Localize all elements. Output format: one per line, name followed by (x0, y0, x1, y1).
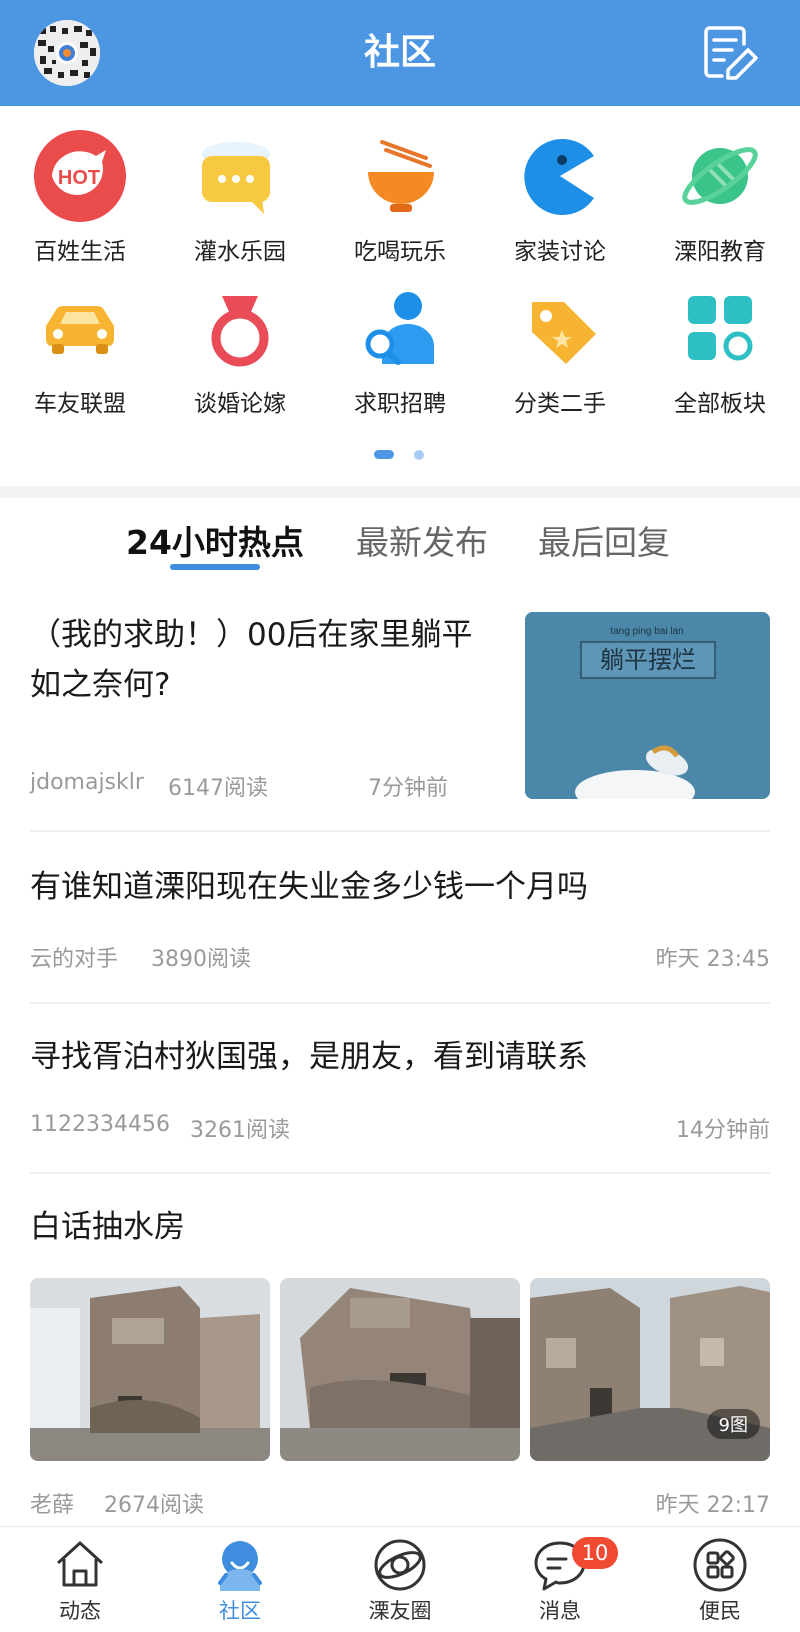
post-reads: 3261阅读 (190, 1118, 290, 1143)
compose-icon[interactable] (698, 22, 760, 84)
post-author: 云的对手 (30, 947, 119, 972)
post-author: 老薛 (30, 1493, 75, 1518)
tag-icon (512, 280, 608, 376)
category-label: 求职招聘 (354, 391, 446, 417)
tab-underline (170, 564, 260, 570)
grid-icon (672, 280, 768, 376)
nav-liyouquan[interactable]: 溧友圈 (320, 1527, 480, 1632)
post-time: 昨天 23:45 (655, 947, 770, 972)
post-divider (30, 1002, 770, 1004)
image-count-badge: 9图 (706, 1409, 760, 1439)
car-icon (32, 280, 128, 376)
tab-latest[interactable]: 最新发布 (356, 516, 488, 566)
post-image[interactable]: 9图 (530, 1278, 770, 1461)
category-label: 车友联盟 (34, 391, 126, 417)
hot-icon: HOT (32, 128, 128, 224)
section-divider (0, 486, 800, 498)
community-icon (212, 1537, 268, 1593)
page-title: 社区 (363, 32, 436, 73)
category-grid: HOT 百姓生活 灌水乐园 吃喝玩乐 家装讨论 溧阳教育 车友联盟 谈婚论嫁 求… (0, 106, 800, 486)
planet-icon (672, 128, 768, 224)
category-jiaoyu[interactable]: 溧阳教育 (640, 106, 800, 265)
post-divider (30, 1172, 770, 1174)
circle-icon (372, 1537, 428, 1593)
nav-label: 溧友圈 (368, 1599, 432, 1623)
tab-last-reply[interactable]: 最后回复 (538, 516, 670, 566)
post-divider (30, 830, 770, 832)
post-reads: 3890阅读 (151, 947, 251, 972)
category-label: 分类二手 (514, 391, 606, 417)
category-chihe[interactable]: 吃喝玩乐 (320, 106, 480, 265)
top-bar: 社区 (0, 0, 800, 106)
nav-label: 动态 (59, 1599, 101, 1623)
post-time: 14分钟前 (676, 1118, 770, 1143)
page-dot[interactable] (414, 450, 424, 460)
category-qiuzhi[interactable]: 求职招聘 (320, 258, 480, 417)
category-baixing[interactable]: HOT 百姓生活 (0, 106, 160, 265)
post-image[interactable] (30, 1278, 270, 1461)
ring-icon (192, 280, 288, 376)
category-ershou[interactable]: 分类二手 (480, 258, 640, 417)
nav-bianmin[interactable]: 便民 (640, 1527, 800, 1632)
nav-label: 社区 (219, 1599, 261, 1623)
post-author: 1122334456 (30, 1112, 170, 1137)
nav-dongtai[interactable]: 动态 (0, 1527, 160, 1632)
home-icon (52, 1537, 108, 1593)
post-time: 7分钟前 (368, 776, 448, 801)
post-thumbnail[interactable]: tang ping bai lan 躺平摆烂 (525, 612, 770, 799)
nav-label: 便民 (699, 1599, 741, 1623)
category-jiazhuang[interactable]: 家装讨论 (480, 106, 640, 265)
post-image[interactable] (280, 1278, 520, 1461)
bottom-navigation: 动态 社区 溧友圈 10 消息 便民 (0, 1526, 800, 1632)
category-label: 谈婚论嫁 (194, 391, 286, 417)
page-dot-active (374, 450, 394, 459)
thumb-caption: 躺平摆烂 (600, 646, 696, 674)
nav-shequ[interactable]: 社区 (160, 1527, 320, 1632)
category-guanshui[interactable]: 灌水乐园 (160, 106, 320, 265)
category-all[interactable]: 全部板块 (640, 258, 800, 417)
chat-icon (192, 128, 288, 224)
message-count-badge: 10 (572, 1537, 618, 1569)
svg-text:HOT: HOT (58, 167, 100, 189)
tab-hot-24h[interactable]: 24小时热点 (126, 516, 304, 566)
nav-xiaoxi[interactable]: 10 消息 (480, 1527, 640, 1632)
category-cheyou[interactable]: 车友联盟 (0, 258, 160, 417)
post-title[interactable]: （我的求助！）00后在家里躺平如之奈何? (30, 610, 490, 710)
post-title[interactable]: 白话抽水房 (30, 1202, 770, 1252)
category-hunjia[interactable]: 谈婚论嫁 (160, 258, 320, 417)
post-author: jdomajsklr (30, 770, 144, 795)
nav-label: 消息 (539, 1599, 581, 1623)
food-bowl-icon (352, 128, 448, 224)
post-reads: 6147阅读 (168, 776, 268, 801)
thumb-pinyin: tang ping bai lan (610, 626, 683, 637)
page-indicator (0, 448, 800, 460)
category-label: 全部板块 (674, 391, 766, 417)
post-reads: 2674阅读 (104, 1493, 204, 1518)
post-title[interactable]: 有谁知道溧阳现在失业金多少钱一个月吗 (30, 862, 770, 912)
services-icon (692, 1537, 748, 1593)
pacman-icon (512, 128, 608, 224)
job-icon (352, 280, 448, 376)
post-title[interactable]: 寻找胥泊村狄国强，是朋友，看到请联系 (30, 1032, 770, 1082)
post-time: 昨天 22:17 (655, 1493, 770, 1518)
